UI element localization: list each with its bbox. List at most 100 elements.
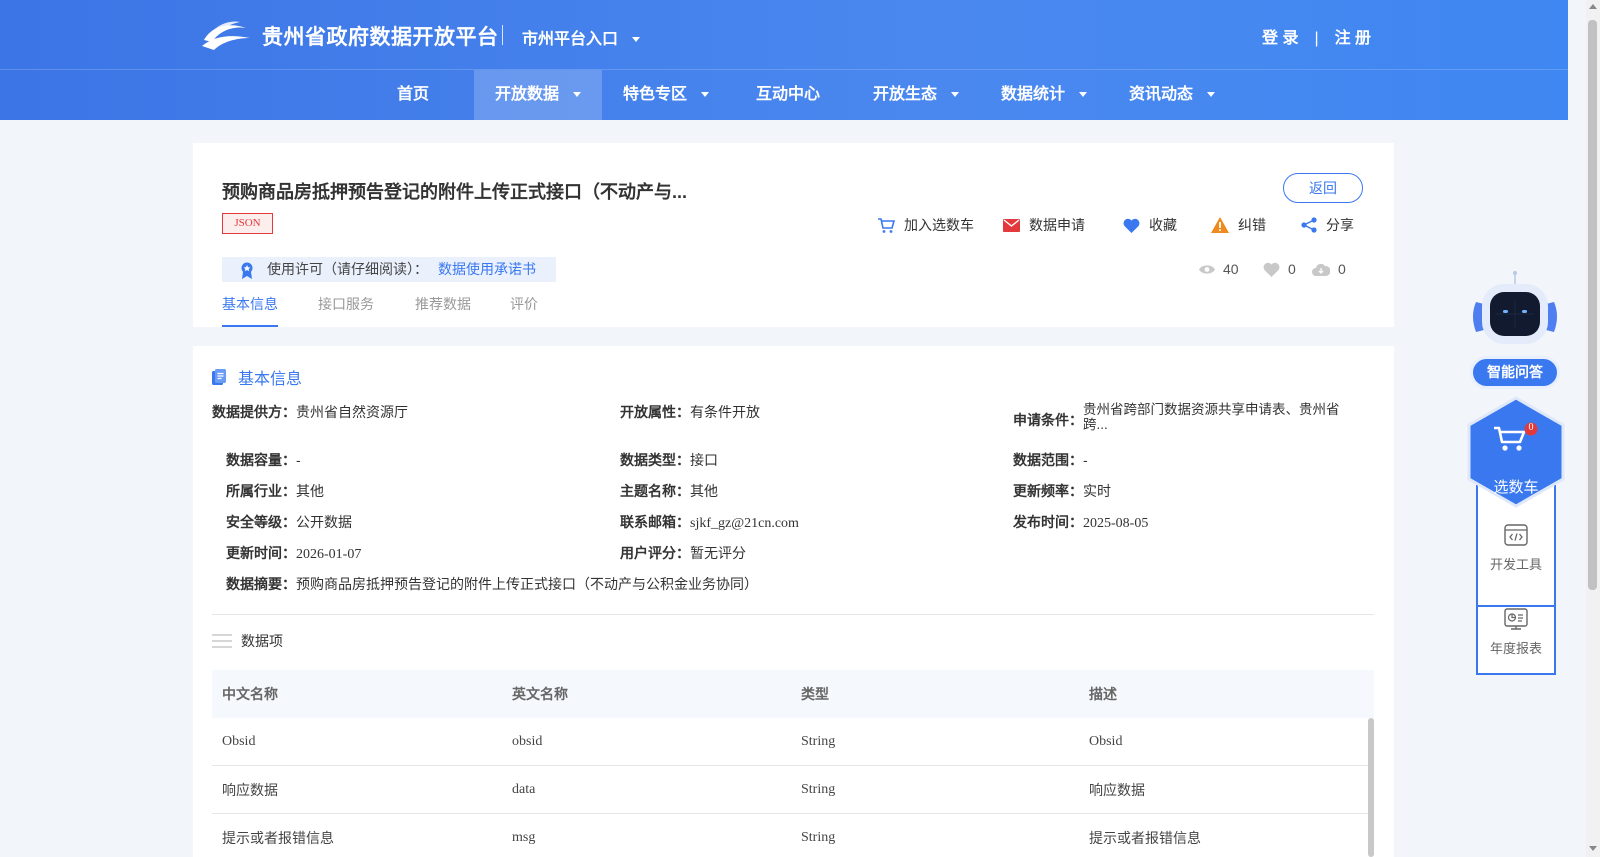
field-open-attr-value: 有条件开放: [690, 404, 760, 420]
field-security-value: 公开数据: [296, 514, 352, 530]
cell-desc: 提示或者报错信息: [1089, 831, 1201, 847]
tab-basic-info[interactable]: 基本信息: [222, 294, 278, 327]
register-link[interactable]: 注 册: [1335, 30, 1371, 47]
cell-cn-name: 响应数据: [222, 783, 278, 799]
cell-en-name: obsid: [512, 733, 543, 749]
field-provider: 数据提供方：贵州省自然资源厅: [212, 402, 408, 422]
cell-type: String: [801, 733, 836, 749]
section-divider: [212, 614, 1374, 615]
nav-open-data-label: 开放数据: [494, 86, 559, 103]
field-rating-value: 暂无评分: [690, 545, 746, 561]
field-data-type-value: 接口: [690, 452, 718, 468]
cloud-icon: [1312, 263, 1330, 276]
smart-qa-button[interactable]: 智能问答: [1470, 356, 1560, 389]
scroll-down-icon[interactable]: [1589, 846, 1597, 851]
field-publish-time-value: 2025-08-05: [1083, 516, 1149, 531]
field-email-value: sjkf_gz@21cn.com: [690, 516, 799, 531]
field-security-label: 安全等级：: [226, 514, 296, 530]
cell-cn-name: Obsid: [222, 733, 256, 749]
field-summary-label: 数据摘要：: [226, 576, 296, 592]
nav-news-label: 资讯动态: [1128, 86, 1193, 103]
field-rating: 用户评分：暂无评分: [620, 543, 746, 563]
share-label: 分享: [1326, 217, 1354, 233]
mail-icon: [1003, 218, 1020, 232]
title-divider: [502, 25, 503, 45]
city-platform-label: 市州平台入口: [522, 31, 619, 48]
field-frequency-label: 更新频率：: [1013, 483, 1083, 499]
chevron-down-icon: [1207, 92, 1215, 98]
field-update-time-value: 2026-01-07: [296, 547, 362, 562]
field-industry-label: 所属行业：: [226, 483, 296, 499]
back-button[interactable]: 返回: [1283, 173, 1363, 203]
share-button[interactable]: 分享: [1301, 215, 1354, 235]
scroll-up-icon[interactable]: [1589, 4, 1597, 9]
field-capacity-label: 数据容量：: [226, 452, 296, 468]
nav-special-zone[interactable]: 特色专区: [602, 70, 730, 120]
chevron-down-icon: [701, 92, 709, 98]
table-scrollbar[interactable]: [1368, 718, 1374, 857]
field-update-time: 更新时间：2026-01-07: [226, 543, 361, 563]
logo-icon[interactable]: [200, 18, 252, 52]
nav-interaction[interactable]: 互动中心: [748, 70, 828, 120]
robot-icon[interactable]: [1466, 270, 1564, 346]
data-apply-label: 数据申请: [1029, 217, 1085, 233]
nav-statistics-label: 数据统计: [1000, 86, 1065, 103]
nav-statistics[interactable]: 数据统计: [980, 70, 1108, 120]
tab-review[interactable]: 评价: [510, 294, 538, 327]
license-link[interactable]: 数据使用承诺书: [438, 257, 536, 282]
dev-tools-button[interactable]: 开发工具: [1478, 524, 1554, 604]
download-count-value: 0: [1338, 261, 1346, 277]
annual-report-button[interactable]: 年度报表: [1478, 605, 1554, 685]
cell-type: String: [801, 829, 836, 845]
nav-ecosystem-label: 开放生态: [872, 86, 937, 103]
nav-open-data[interactable]: 开放数据: [474, 70, 602, 120]
login-link[interactable]: 登 录: [1262, 30, 1298, 47]
cart-label: 选数车: [1493, 479, 1539, 496]
column-header-desc: 描述: [1089, 686, 1117, 702]
favorite-button[interactable]: 收藏: [1123, 215, 1177, 235]
report-icon: [1504, 608, 1528, 630]
nav-home[interactable]: 首页: [378, 70, 448, 120]
chevron-down-icon: [632, 37, 641, 43]
field-publish-time: 发布时间：2025-08-05: [1013, 512, 1148, 532]
field-apply-cond-line2: 跨...: [1083, 417, 1108, 432]
site-header: 贵州省政府数据开放平台 市州平台入口 登 录 | 注 册 首页 开放数据 特色专区 …: [0, 0, 1568, 120]
dataset-title: 预购商品房抵押预告登记的附件上传正式接口（不动产与...: [222, 182, 688, 202]
field-provider-label: 数据提供方：: [212, 404, 296, 420]
tab-api-service[interactable]: 接口服务: [318, 294, 374, 327]
correction-button[interactable]: 纠错: [1211, 215, 1266, 235]
nav-news[interactable]: 资讯动态: [1108, 70, 1236, 120]
page-scrollbar[interactable]: [1586, 0, 1600, 857]
field-apply-cond-value: 贵州省跨部门数据资源共享申请表、贵州省 跨...: [1083, 402, 1340, 432]
table-header: 中文名称 英文名称 类型 描述: [212, 670, 1374, 718]
field-provider-value: 贵州省自然资源厅: [296, 404, 408, 420]
cell-cn-name: 提示或者报错信息: [222, 831, 334, 847]
cell-en-name: msg: [512, 829, 536, 845]
tab-recommended[interactable]: 推荐数据: [415, 294, 471, 327]
scrollbar-thumb[interactable]: [1588, 20, 1597, 590]
site-title[interactable]: 贵州省政府数据开放平台: [262, 21, 499, 51]
field-data-type-label: 数据类型：: [620, 452, 690, 468]
share-icon: [1301, 217, 1317, 233]
favorite-label: 收藏: [1149, 217, 1177, 233]
field-email-label: 联系邮箱：: [620, 514, 690, 530]
field-industry: 所属行业：其他: [226, 481, 324, 501]
add-to-cart-label: 加入选数车: [904, 217, 974, 233]
field-publish-time-label: 发布时间：: [1013, 514, 1083, 530]
nav-ecosystem[interactable]: 开放生态: [852, 70, 980, 120]
cart-count-badge: 0: [1528, 422, 1534, 433]
format-tag: JSON: [222, 213, 273, 234]
chevron-down-icon: [951, 92, 959, 98]
floating-widgets: 智能问答 开发工具 年度报表 0 选数车: [1460, 270, 1570, 680]
field-data-type: 数据类型：接口: [620, 450, 718, 470]
data-apply-button[interactable]: 数据申请: [1003, 215, 1085, 235]
field-data-range-label: 数据范围：: [1013, 452, 1083, 468]
city-platform-dropdown[interactable]: 市州平台入口: [522, 25, 641, 49]
dev-tools-label: 开发工具: [1489, 557, 1542, 572]
field-email: 联系邮箱：sjkf_gz@21cn.com: [620, 512, 799, 532]
field-capacity: 数据容量：-: [226, 450, 301, 470]
add-to-cart-button[interactable]: 加入选数车: [877, 215, 974, 235]
column-header-type: 类型: [801, 686, 829, 702]
field-industry-value: 其他: [296, 483, 324, 499]
cart-widget[interactable]: 0 选数车: [1466, 396, 1566, 508]
